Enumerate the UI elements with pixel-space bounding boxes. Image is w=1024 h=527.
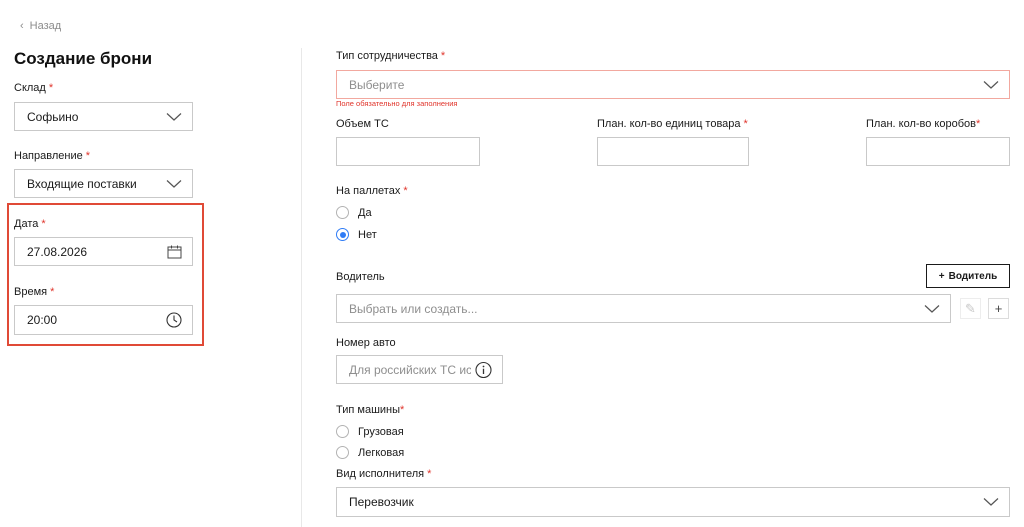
chevron-down-icon bbox=[166, 112, 182, 121]
car-number-placeholder: Для российских ТС исп bbox=[349, 362, 471, 377]
page-title: Создание брони bbox=[14, 49, 153, 68]
car-number-label: Номер авто bbox=[336, 337, 396, 349]
planned-boxes-label: План. кол-во коробов* bbox=[866, 118, 981, 130]
cooperation-type-error: Поле обязательно для заполнения bbox=[336, 99, 458, 108]
executor-type-value: Перевозчик bbox=[349, 495, 414, 509]
chevron-down-icon bbox=[924, 304, 940, 313]
direction-select[interactable]: Входящие поставки bbox=[14, 169, 193, 198]
chevron-down-icon bbox=[166, 179, 182, 188]
pallets-option-yes[interactable]: Да bbox=[336, 206, 372, 219]
volume-input[interactable] bbox=[336, 137, 480, 166]
time-value: 20:00 bbox=[27, 313, 58, 327]
vehicle-type-option-car[interactable]: Легковая bbox=[336, 446, 404, 459]
cooperation-type-placeholder: Выберите bbox=[349, 77, 405, 92]
cooperation-type-label: Тип сотрудничества * bbox=[336, 50, 446, 62]
add-driver-button[interactable]: + Водитель bbox=[926, 264, 1010, 288]
calendar-icon[interactable] bbox=[167, 244, 182, 259]
radio-button[interactable] bbox=[336, 425, 349, 438]
chevron-down-icon bbox=[983, 80, 999, 89]
time-label: Время * bbox=[14, 286, 55, 298]
pallets-label: На паллетах * bbox=[336, 185, 408, 197]
vehicle-type-option-label: Грузовая bbox=[358, 425, 404, 438]
time-input[interactable]: 20:00 bbox=[14, 305, 193, 335]
back-label: Назад bbox=[29, 20, 62, 32]
date-value: 27.08.2026 bbox=[27, 244, 88, 259]
plus-icon: + bbox=[994, 301, 1003, 316]
warehouse-select[interactable]: Софьино bbox=[14, 102, 193, 131]
driver-label: Водитель bbox=[336, 271, 385, 283]
cooperation-type-select[interactable]: Выберите bbox=[336, 70, 1010, 99]
date-label: Дата * bbox=[14, 218, 46, 230]
vehicle-type-option-truck[interactable]: Грузовая bbox=[336, 425, 404, 438]
clock-icon[interactable] bbox=[166, 312, 182, 328]
add-driver-label: Водитель bbox=[948, 270, 998, 282]
vehicle-type-option-label: Легковая bbox=[358, 446, 405, 459]
driver-select[interactable]: Выбрать или создать... bbox=[336, 294, 951, 323]
vehicle-type-label: Тип машины* bbox=[336, 404, 405, 416]
radio-button[interactable] bbox=[336, 206, 349, 219]
info-icon[interactable] bbox=[475, 361, 492, 378]
chevron-left-icon: ‹ bbox=[20, 20, 24, 32]
direction-label: Направление * bbox=[14, 150, 90, 162]
executor-type-select[interactable]: Перевозчик bbox=[336, 487, 1010, 517]
direction-value: Входящие поставки bbox=[27, 176, 137, 191]
plus-icon: + bbox=[938, 270, 945, 282]
planned-boxes-input[interactable] bbox=[866, 137, 1010, 166]
pallets-option-label: Да bbox=[358, 206, 372, 219]
warehouse-value: Софьино bbox=[27, 109, 79, 124]
pallets-option-no[interactable]: Нет bbox=[336, 228, 377, 241]
planned-units-label: План. кол-во единиц товара * bbox=[597, 118, 748, 130]
driver-placeholder: Выбрать или создать... bbox=[349, 301, 478, 316]
create-driver-button[interactable]: + bbox=[988, 298, 1009, 319]
radio-button[interactable] bbox=[336, 446, 349, 459]
chevron-down-icon bbox=[983, 498, 999, 507]
radio-button-checked[interactable] bbox=[336, 228, 349, 241]
column-divider bbox=[301, 48, 302, 527]
warehouse-label: Склад * bbox=[14, 82, 54, 94]
date-input[interactable]: 27.08.2026 bbox=[14, 237, 193, 266]
pencil-icon: ✎ bbox=[965, 300, 976, 316]
planned-units-input[interactable] bbox=[597, 137, 749, 166]
volume-label: Объем ТС bbox=[336, 118, 389, 130]
pallets-option-label: Нет bbox=[358, 228, 377, 241]
edit-driver-button[interactable]: ✎ bbox=[960, 298, 981, 319]
back-link[interactable]: ‹ Назад bbox=[20, 20, 61, 32]
executor-type-label: Вид исполнителя * bbox=[336, 468, 432, 480]
car-number-input[interactable]: Для российских ТС исп bbox=[336, 355, 503, 384]
